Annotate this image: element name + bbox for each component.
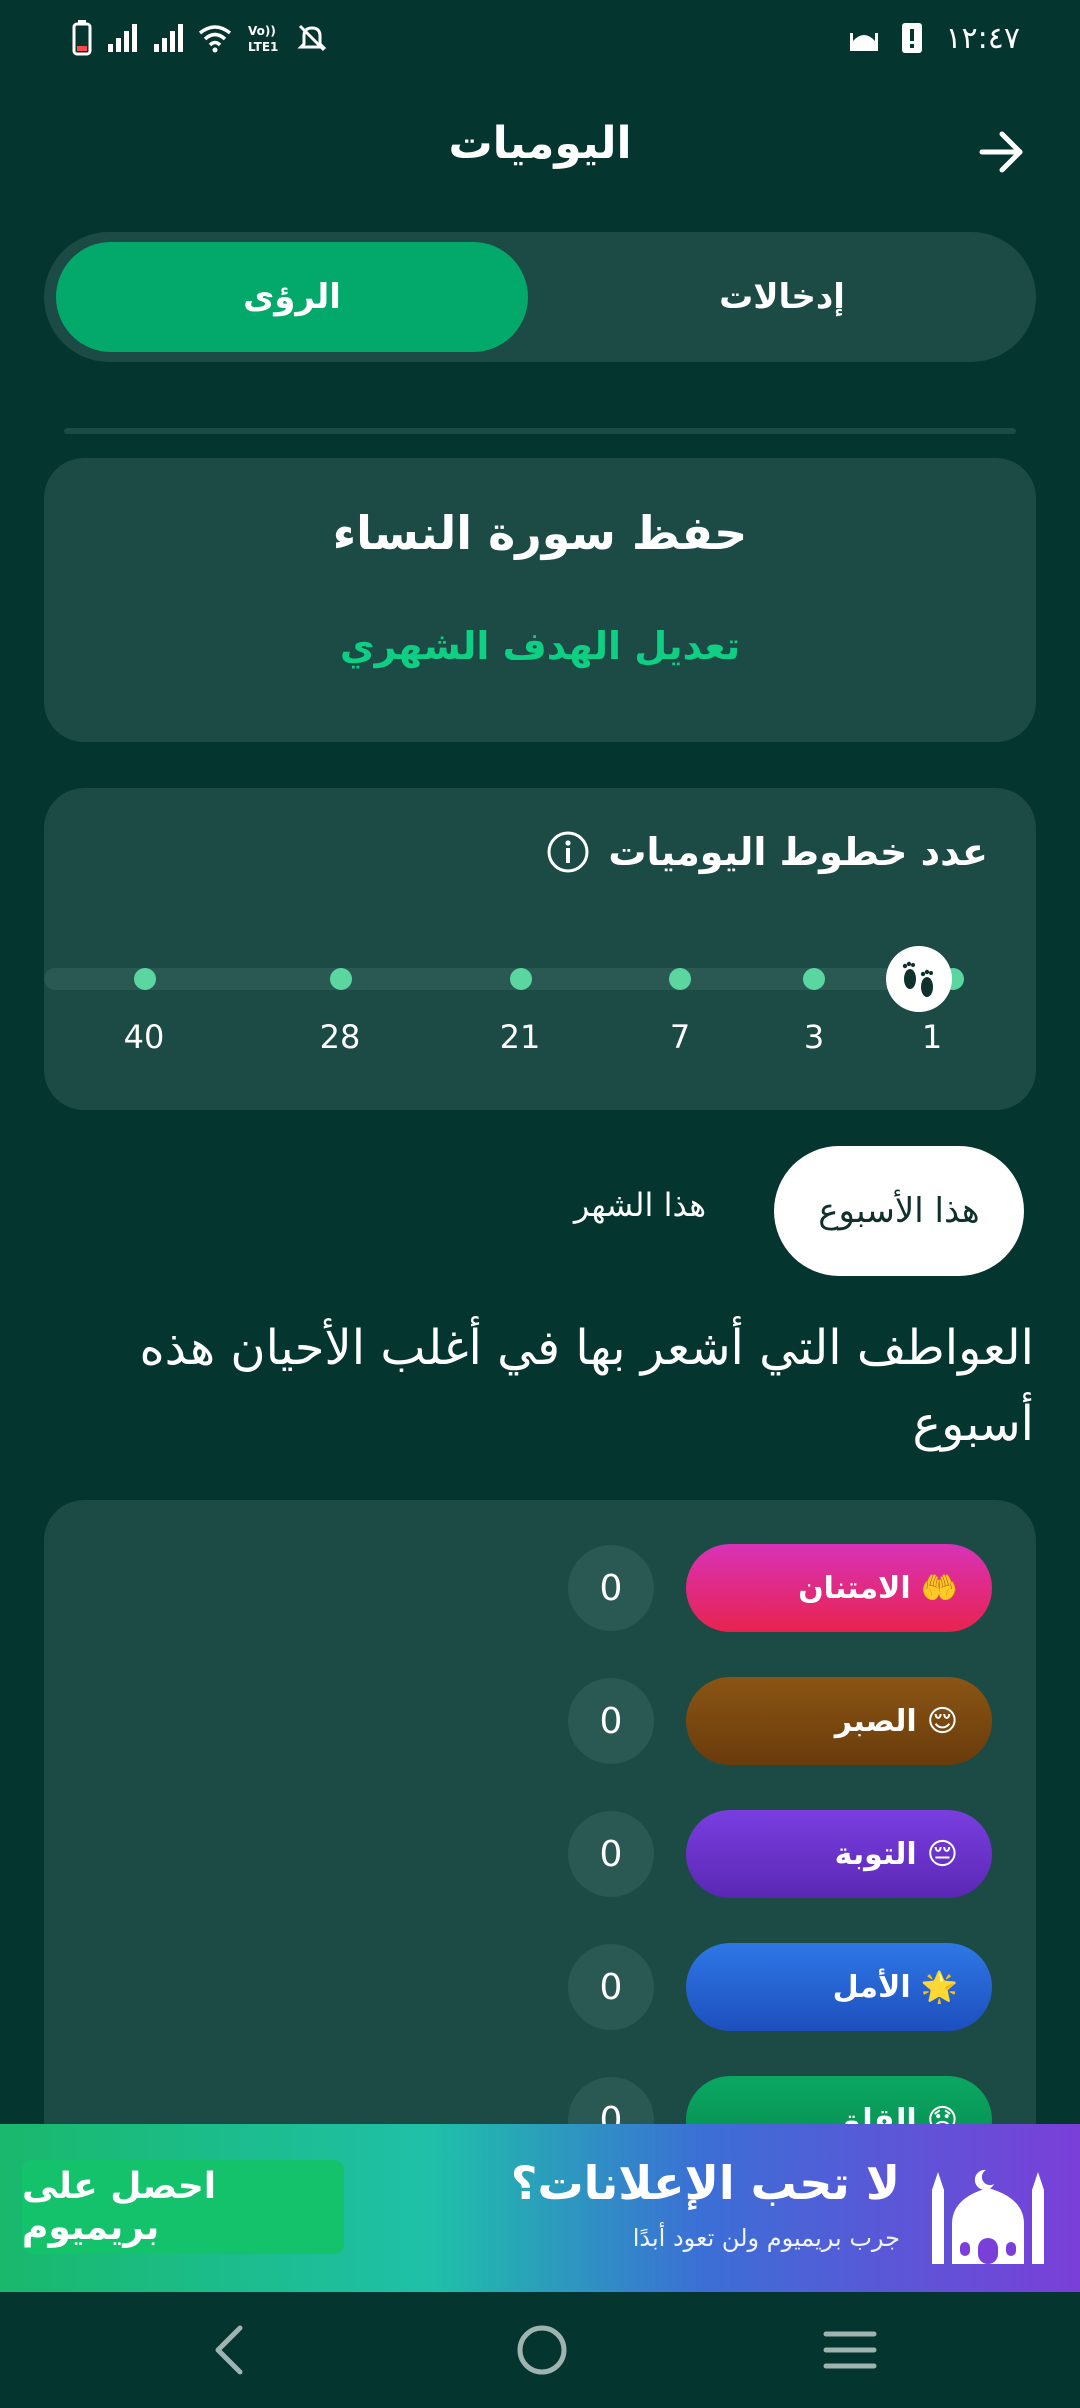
emotion-repentance-pill[interactable]: 😔 التوبة — [686, 1810, 992, 1898]
milestone-label: 40 — [123, 1018, 165, 1056]
emotion-label: الامتنان — [798, 1570, 911, 1606]
mosque-notification-icon — [850, 33, 879, 51]
this-month-button[interactable]: هذا الشهر — [560, 1186, 720, 1224]
emotion-count: 0 — [568, 1678, 654, 1764]
milestone-label: 21 — [499, 1018, 541, 1056]
milestone-dot — [669, 968, 691, 990]
ad-subtitle: جرب بريميوم ولن تعود أبدًا — [632, 2224, 900, 2252]
svg-text:LTE1: LTE1 — [248, 40, 278, 54]
monthly-goal-card — [44, 458, 1036, 742]
emotion-count: 0 — [568, 1944, 654, 2030]
emotion-emoji: 🤲 — [920, 1570, 958, 1606]
ad-title: لا تحب الإعلانات؟ — [510, 2156, 900, 2210]
streak-track — [44, 968, 964, 990]
emotion-hope-pill[interactable]: 🌟 الأمل — [686, 1943, 992, 2031]
nav-back-icon[interactable] — [200, 2318, 260, 2382]
emotion-label: الصبر — [834, 1703, 917, 1739]
alert-notification-icon — [902, 23, 923, 53]
edit-monthly-goal-link[interactable]: تعديل الهدف الشهري — [44, 624, 1036, 668]
signal-icon — [108, 24, 137, 52]
emotion-gratitude-pill[interactable]: 🤲 الامتنان — [686, 1544, 992, 1632]
footprints-icon — [902, 961, 933, 997]
nav-home-icon[interactable] — [510, 2318, 574, 2382]
this-week-button[interactable]: هذا الأسبوع — [774, 1146, 1024, 1276]
signal-icon — [154, 24, 183, 52]
milestone-label: 7 — [669, 1018, 691, 1056]
milestone-dot — [803, 968, 825, 990]
milestone-label: 3 — [803, 1018, 825, 1056]
emotion-patience-pill[interactable]: 😌 الصبر — [686, 1677, 992, 1765]
milestone-label: 1 — [921, 1018, 943, 1056]
mute-icon — [297, 24, 327, 52]
status-bar: Vo)) LTE1 ١٢:٤٧ — [0, 0, 1080, 76]
milestone-dot — [510, 968, 532, 990]
emotion-label: التوبة — [834, 1836, 917, 1872]
current-streak-marker — [886, 946, 952, 1012]
info-icon[interactable] — [546, 830, 590, 874]
emotion-emoji: 🌟 — [920, 1969, 958, 2005]
tab-entries[interactable]: إدخالات — [540, 242, 1024, 352]
monthly-goal-title: حفظ سورة النساء — [332, 506, 748, 560]
emotion-emoji: 😌 — [926, 1703, 958, 1739]
page-title: اليوميات — [448, 118, 632, 169]
battery-low-icon — [72, 20, 92, 56]
streak-title: عدد خطوط اليوميات — [546, 830, 988, 874]
back-button[interactable] — [972, 122, 1032, 182]
milestone-label: 28 — [319, 1018, 361, 1056]
milestone-dot — [330, 968, 352, 990]
tab-insights[interactable]: الرؤى — [56, 242, 528, 352]
emotion-label: الأمل — [832, 1969, 911, 2005]
wifi-icon — [198, 25, 232, 53]
status-icons-left: Vo)) LTE1 — [72, 16, 328, 60]
arrow-right-icon — [979, 131, 1023, 173]
emotion-emoji: 😔 — [926, 1836, 958, 1872]
emotion-count: 0 — [568, 1811, 654, 1897]
mosque-icon — [932, 2169, 1044, 2264]
emotions-heading: العواطف التي أشعر بها في أغلب الأحيان هذ… — [139, 1320, 1034, 1452]
milestone-dot — [134, 968, 156, 990]
streak-title-label: عدد خطوط اليوميات — [608, 830, 988, 874]
emotion-count: 0 — [568, 1545, 654, 1631]
volte-icon: Vo)) LTE1 — [248, 24, 278, 54]
status-time: ١٢:٤٧ — [945, 20, 1020, 56]
status-icons-right: ١٢:٤٧ — [849, 16, 1020, 60]
divider — [64, 428, 1016, 434]
get-premium-button[interactable]: احصل على بريميوم — [22, 2160, 344, 2254]
nav-recents-icon[interactable] — [820, 2322, 880, 2378]
svg-text:Vo)): Vo)) — [248, 24, 276, 38]
